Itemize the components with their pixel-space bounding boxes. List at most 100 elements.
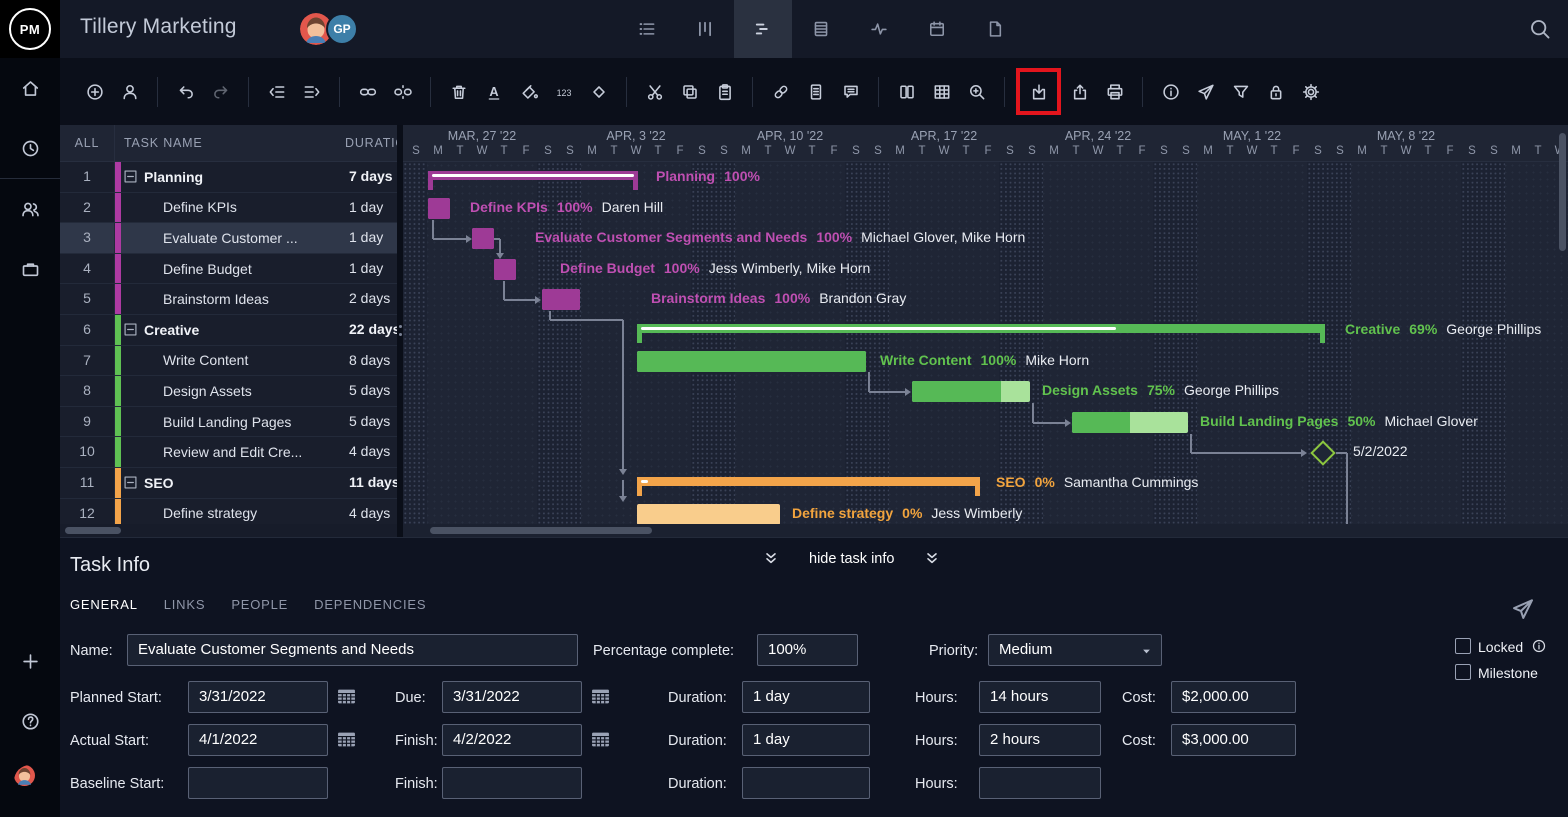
table-row[interactable]: 4Define Budget1 day [60, 254, 397, 285]
priority-select[interactable]: Medium [988, 634, 1162, 666]
gantt-task-bar[interactable] [912, 381, 1030, 402]
fill-color-button[interactable] [511, 73, 546, 111]
collapse-icon[interactable] [124, 476, 137, 489]
task-duration-cell[interactable]: 1 day [345, 193, 397, 223]
cost-input[interactable]: $3,000.00 [1171, 724, 1296, 756]
export-button[interactable] [1062, 73, 1097, 111]
gantt-task-bar[interactable] [1072, 412, 1188, 433]
column-header-task-name[interactable]: TASK NAME [115, 125, 345, 161]
gantt-summary-bar[interactable] [637, 477, 980, 486]
table-row[interactable]: 2Define KPIs1 day [60, 193, 397, 224]
table-row[interactable]: 1Planning7 days [60, 162, 397, 193]
task-name-cell[interactable]: Brainstorm Ideas [121, 284, 345, 314]
gantt-task-bar[interactable] [428, 198, 450, 219]
table-row[interactable]: 5Brainstorm Ideas2 days [60, 284, 397, 315]
project-members[interactable]: GP [300, 13, 358, 45]
actual-start-input[interactable]: 4/1/2022 [188, 724, 328, 756]
toggle-columns-button[interactable] [889, 73, 924, 111]
task-info-button[interactable] [1153, 73, 1188, 111]
calendar-icon[interactable] [590, 687, 611, 706]
baseline-start-input[interactable] [188, 767, 328, 799]
column-header-all[interactable]: ALL [60, 125, 115, 161]
table-row[interactable]: 3Evaluate Customer ...1 day [60, 223, 397, 254]
link-tasks-button[interactable] [350, 73, 385, 111]
gantt-task-bar[interactable] [472, 228, 494, 249]
hours-input[interactable] [979, 767, 1101, 799]
table-row[interactable]: 9Build Landing Pages5 days [60, 407, 397, 438]
task-duration-cell[interactable]: 1 day [345, 223, 397, 253]
hours-input[interactable]: 14 hours [979, 681, 1101, 713]
task-duration-cell[interactable]: 5 days [345, 376, 397, 406]
name-input[interactable]: Evaluate Customer Segments and Needs [127, 634, 578, 666]
add-task-button[interactable] [77, 73, 112, 111]
calendar-icon[interactable] [590, 730, 611, 749]
unlink-tasks-button[interactable] [385, 73, 420, 111]
duration-input[interactable]: 1 day [742, 724, 870, 756]
table-row[interactable]: 8Design Assets5 days [60, 376, 397, 407]
cost-input[interactable]: $2,000.00 [1171, 681, 1296, 713]
view-tab-view-sheet[interactable] [792, 0, 850, 58]
app-logo[interactable]: PM [0, 0, 60, 58]
zoom-button[interactable] [959, 73, 994, 111]
calendar-icon[interactable] [336, 687, 357, 706]
task-duration-cell[interactable]: 4 days [345, 437, 397, 467]
hours-input[interactable]: 2 hours [979, 724, 1101, 756]
gantt-task-bar[interactable] [494, 259, 516, 280]
due-input[interactable]: 3/31/2022 [442, 681, 582, 713]
search-icon[interactable] [1528, 17, 1552, 41]
task-name-cell[interactable]: Define KPIs [121, 193, 345, 223]
paste-button[interactable] [707, 73, 742, 111]
user-avatar[interactable] [0, 751, 60, 811]
finish-input[interactable] [442, 767, 582, 799]
view-tab-view-doc[interactable] [966, 0, 1024, 58]
gantt-task-bar[interactable] [637, 351, 866, 372]
gantt-vscroll-thumb[interactable] [1559, 133, 1566, 251]
toggle-grid-button[interactable] [924, 73, 959, 111]
task-duration-cell[interactable]: 11 days [345, 468, 397, 498]
view-tab-view-activity[interactable] [850, 0, 908, 58]
task-duration-cell[interactable]: 2 days [345, 284, 397, 314]
cut-button[interactable] [637, 73, 672, 111]
gantt-task-bar[interactable] [637, 504, 780, 525]
attach-file-button[interactable] [763, 73, 798, 111]
sidebar-item-home[interactable] [0, 58, 60, 118]
assign-member-button[interactable] [112, 73, 147, 111]
add-note-button[interactable] [798, 73, 833, 111]
hide-task-info-button[interactable]: hide task info [763, 551, 940, 567]
share-button[interactable] [1188, 73, 1223, 111]
task-name-cell[interactable]: Evaluate Customer ... [121, 223, 345, 253]
milestone-checkbox[interactable] [1455, 664, 1471, 680]
sidebar-item-help[interactable] [0, 691, 60, 751]
tab-dependencies[interactable]: DEPENDENCIES [314, 597, 426, 612]
undo-button[interactable] [168, 73, 203, 111]
percent-complete-input[interactable]: 100% [757, 634, 858, 666]
delete-task-button[interactable] [441, 73, 476, 111]
task-duration-cell[interactable]: 22 days [345, 315, 397, 345]
gantt-summary-bar[interactable] [637, 324, 1325, 333]
paper-plane-icon[interactable] [1510, 596, 1536, 622]
sidebar-item-team[interactable] [0, 179, 60, 239]
print-button[interactable] [1097, 73, 1132, 111]
task-name-cell[interactable]: Review and Edit Cre... [121, 437, 345, 467]
task-duration-cell[interactable]: 8 days [345, 346, 397, 376]
indent-task-button[interactable] [294, 73, 329, 111]
collapse-icon[interactable] [124, 170, 137, 183]
duration-input[interactable]: 1 day [742, 681, 870, 713]
locked-checkbox[interactable] [1455, 638, 1471, 654]
gantt-task-bar[interactable] [542, 289, 580, 310]
copy-button[interactable] [672, 73, 707, 111]
task-name-cell[interactable]: Creative [121, 315, 345, 345]
redo-button[interactable] [203, 73, 238, 111]
task-duration-cell[interactable]: 5 days [345, 407, 397, 437]
outdent-task-button[interactable] [259, 73, 294, 111]
table-row[interactable]: 7Write Content8 days [60, 346, 397, 377]
member-avatar-gp[interactable]: GP [326, 13, 358, 45]
info-icon[interactable] [1531, 638, 1547, 654]
column-header-duration[interactable]: DURATION [345, 125, 397, 161]
table-gantt-splitter[interactable] [397, 125, 403, 537]
text-format-button[interactable]: A [476, 73, 511, 111]
sidebar-item-clock[interactable] [0, 118, 60, 178]
task-name-cell[interactable]: Build Landing Pages [121, 407, 345, 437]
view-tab-view-gantt[interactable] [734, 0, 792, 58]
table-row[interactable]: 10Review and Edit Cre...4 days [60, 437, 397, 468]
